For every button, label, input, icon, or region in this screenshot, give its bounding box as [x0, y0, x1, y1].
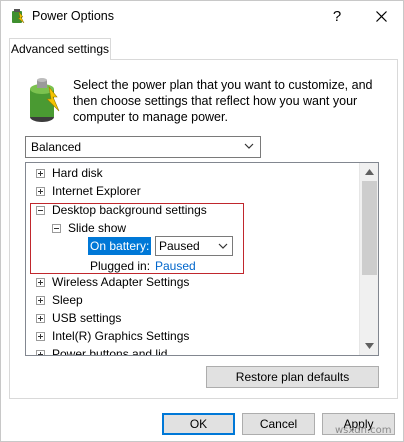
scroll-up-icon[interactable] — [365, 169, 374, 175]
tree-item-label: Power buttons and lid — [52, 347, 168, 356]
watermark-text: wsxdn.com — [335, 425, 392, 436]
tree-item-label: Sleep — [52, 293, 83, 307]
title-bar: Power Options ? — [1, 1, 403, 32]
on-battery-select[interactable]: Paused — [155, 236, 233, 256]
tree-item-label: Slide show — [68, 221, 127, 235]
power-options-window: Power Options ? Advanced settings Select… — [0, 0, 404, 442]
vertical-scrollbar[interactable] — [359, 163, 378, 355]
ok-button[interactable]: OK — [162, 413, 235, 435]
close-icon — [375, 11, 387, 22]
power-options-icon — [12, 9, 25, 24]
chevron-down-icon — [218, 243, 228, 249]
tab-advanced-settings[interactable]: Advanced settings — [9, 38, 111, 60]
tree-item-label: Intel(R) Graphics Settings — [52, 329, 190, 343]
on-battery-label[interactable]: On battery: — [88, 237, 152, 255]
close-button[interactable] — [359, 1, 403, 32]
tree-item-label: Internet Explorer — [52, 184, 141, 198]
tree-item-label: USB settings — [52, 311, 122, 325]
power-plan-select[interactable]: Balanced — [25, 136, 261, 158]
tree-item-label: Hard disk — [52, 166, 103, 180]
tree-item-label: Wireless Adapter Settings — [52, 275, 190, 289]
tree-item-label: Desktop background settings — [52, 203, 207, 217]
help-button[interactable]: ? — [315, 1, 359, 32]
battery-plan-icon — [30, 78, 60, 122]
power-plan-value: Balanced — [31, 140, 82, 154]
chevron-down-icon — [244, 143, 254, 149]
expand-plus-icon[interactable] — [36, 314, 45, 323]
collapse-minus-icon[interactable] — [36, 206, 45, 215]
expand-plus-icon[interactable] — [36, 169, 45, 178]
plugged-in-value-link[interactable]: Paused — [155, 257, 196, 275]
on-battery-value: Paused — [159, 239, 200, 253]
cancel-button[interactable]: Cancel — [242, 413, 315, 435]
settings-tree[interactable]: Hard disk Internet Explorer Desktop back… — [25, 162, 379, 356]
window-title: Power Options — [32, 9, 114, 23]
collapse-minus-icon[interactable] — [52, 224, 61, 233]
expand-plus-icon[interactable] — [36, 332, 45, 341]
expand-plus-icon[interactable] — [36, 278, 45, 287]
expand-plus-icon[interactable] — [36, 350, 45, 355]
expand-plus-icon[interactable] — [36, 296, 45, 305]
restore-plan-defaults-button[interactable]: Restore plan defaults — [206, 366, 379, 388]
description-text: Select the power plan that you want to c… — [73, 78, 373, 124]
scrollbar-thumb[interactable] — [362, 181, 377, 275]
expand-plus-icon[interactable] — [36, 187, 45, 196]
scroll-down-icon[interactable] — [365, 343, 374, 349]
plugged-in-label: Plugged in: — [90, 259, 151, 273]
